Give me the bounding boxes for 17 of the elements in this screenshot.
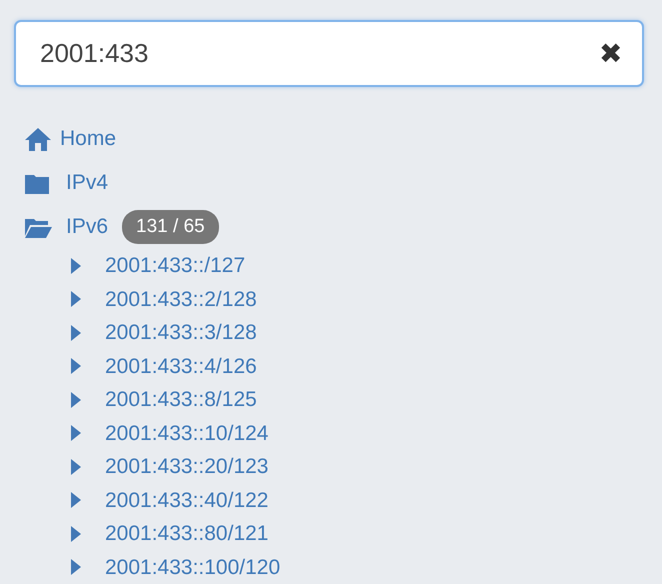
tree-item[interactable]: 2001:433::/127	[105, 250, 246, 282]
home-icon	[24, 126, 52, 152]
close-icon[interactable]: ✖	[599, 40, 622, 68]
count-badge: 131 / 65	[122, 210, 219, 244]
tree-item[interactable]: 2001:433::4/126	[105, 350, 257, 382]
tree-item[interactable]: 2001:433::100/120	[105, 552, 280, 583]
tree-item[interactable]: IPv4	[66, 167, 108, 199]
tree-item[interactable]: 2001:433::3/128	[105, 317, 257, 348]
tree-item[interactable]: 2001:433::2/128	[105, 284, 257, 315]
tree-item[interactable]: Home	[60, 123, 116, 155]
tree-item[interactable]: IPv6	[66, 211, 108, 243]
tree-item[interactable]: 2001:433::20/123	[105, 451, 268, 482]
tree-item[interactable]: 2001:433::80/121	[105, 518, 268, 550]
search-field[interactable]: 2001:433 ✖	[14, 20, 644, 87]
tree-item[interactable]: 2001:433::8/125	[105, 384, 257, 416]
tree-item[interactable]: 2001:433::10/124	[105, 418, 268, 449]
tree-item[interactable]: 2001:433::40/122	[105, 484, 268, 516]
